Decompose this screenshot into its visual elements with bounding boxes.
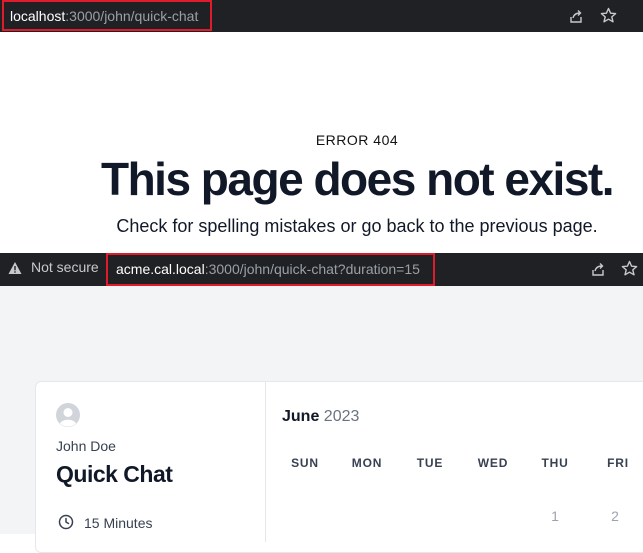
- event-title: Quick Chat: [56, 461, 173, 487]
- calendar-year: 2023: [323, 408, 360, 425]
- error-subtitle: Check for spelling mistakes or go back t…: [116, 216, 598, 236]
- weekday-header: SUN: [291, 456, 319, 470]
- warning-icon[interactable]: [8, 261, 22, 275]
- error-title: This page does not exist.: [100, 153, 615, 205]
- error-code-label: ERROR 404: [315, 132, 399, 148]
- clock-icon: [58, 514, 74, 530]
- star-icon[interactable]: [621, 260, 638, 277]
- weekday-header: MON: [351, 456, 383, 470]
- address-bar-highlight: [2, 0, 212, 31]
- organizer-name: John Doe: [56, 438, 116, 454]
- event-duration: 15 Minutes: [84, 515, 153, 531]
- calendar-month-title: June 2023: [282, 408, 359, 426]
- weekday-header: WED: [477, 456, 509, 470]
- weekday-header: TUE: [416, 456, 444, 470]
- share-icon[interactable]: [568, 8, 584, 24]
- security-status[interactable]: Not secure: [31, 259, 99, 275]
- address-bar-highlight: [106, 253, 435, 286]
- weekday-header: THU: [541, 456, 569, 470]
- card-divider: [265, 382, 266, 542]
- calendar-day[interactable]: 1: [540, 508, 570, 524]
- calendar-day[interactable]: 2: [600, 508, 630, 524]
- calendar-month: June: [282, 408, 320, 425]
- weekday-header: FRI: [607, 456, 629, 470]
- avatar: [56, 403, 80, 427]
- share-icon[interactable]: [590, 261, 606, 277]
- star-icon[interactable]: [600, 7, 617, 24]
